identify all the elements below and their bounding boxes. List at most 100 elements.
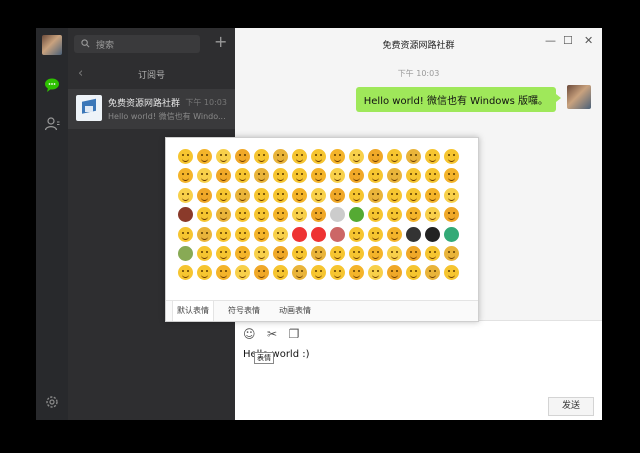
emoji-item[interactable]	[292, 187, 307, 203]
settings-gear-icon[interactable]	[44, 394, 60, 410]
emoji-item[interactable]	[178, 245, 193, 261]
emoji-item[interactable]	[406, 149, 421, 164]
maximize-button[interactable]: ☐	[563, 34, 573, 47]
conversation-item[interactable]: 免费资源网路社群 下午 10:03 Hello world! 微信也有 Wind…	[68, 89, 235, 129]
emoji-item[interactable]	[216, 207, 231, 223]
emoji-item[interactable]	[216, 265, 231, 281]
emoji-item[interactable]	[197, 226, 212, 242]
emoji-item[interactable]	[254, 265, 269, 281]
emoji-item[interactable]	[311, 168, 326, 184]
emoji-item[interactable]	[349, 168, 364, 184]
emoji-item[interactable]	[368, 245, 383, 261]
close-button[interactable]: ✕	[584, 34, 593, 47]
emoji-item[interactable]	[444, 245, 459, 261]
emoji-item[interactable]	[197, 245, 212, 261]
emoji-item[interactable]	[273, 168, 288, 184]
emoji-item[interactable]	[197, 149, 212, 164]
emoji-item[interactable]	[292, 226, 307, 242]
emoji-item[interactable]	[254, 149, 269, 164]
emoji-item[interactable]	[368, 226, 383, 242]
emoji-item[interactable]	[330, 168, 345, 184]
emoji-item[interactable]	[406, 207, 421, 223]
emoji-item[interactable]	[368, 168, 383, 184]
emoji-item[interactable]	[273, 226, 288, 242]
emoji-item[interactable]	[273, 207, 288, 223]
emoji-item[interactable]	[273, 187, 288, 203]
emoji-item[interactable]	[387, 207, 402, 223]
emoji-item[interactable]	[387, 187, 402, 203]
chat-icon[interactable]	[44, 77, 60, 93]
emoji-item[interactable]	[216, 168, 231, 184]
emoji-item[interactable]	[444, 168, 459, 184]
emoji-item[interactable]	[178, 265, 193, 281]
emoji-item[interactable]	[254, 245, 269, 261]
emoji-item[interactable]	[273, 265, 288, 281]
message-bubble[interactable]: Hello world! 微信也有 Windows 版囉。	[355, 87, 562, 112]
add-chat-button[interactable]: +	[214, 34, 227, 50]
file-icon[interactable]: ❐	[289, 327, 300, 341]
emoji-item[interactable]	[197, 265, 212, 281]
emoji-item[interactable]	[254, 226, 269, 242]
message-composer[interactable]: ☺ ✂ ❐ Hello world :) 表情 发送	[235, 320, 602, 420]
emoji-item[interactable]	[330, 265, 345, 281]
emoji-item[interactable]	[254, 187, 269, 203]
emoji-item[interactable]	[254, 168, 269, 184]
emoji-item[interactable]	[311, 226, 326, 242]
emoji-item[interactable]	[425, 226, 440, 242]
emoji-item[interactable]	[349, 226, 364, 242]
emoji-item[interactable]	[178, 226, 193, 242]
emoji-item[interactable]	[425, 265, 440, 281]
emoji-item[interactable]	[178, 149, 193, 164]
emoji-item[interactable]	[311, 149, 326, 164]
emoji-item[interactable]	[368, 265, 383, 281]
emoji-item[interactable]	[330, 149, 345, 164]
emoji-item[interactable]	[178, 187, 193, 203]
emoji-item[interactable]	[368, 149, 383, 164]
emoji-item[interactable]	[311, 207, 326, 223]
emoji-item[interactable]	[292, 265, 307, 281]
emoji-item[interactable]	[235, 168, 250, 184]
emoji-item[interactable]	[292, 245, 307, 261]
emoji-item[interactable]	[235, 187, 250, 203]
emoji-item[interactable]	[311, 187, 326, 203]
emoji-item[interactable]	[178, 207, 193, 223]
emoji-item[interactable]	[235, 245, 250, 261]
emoji-item[interactable]	[311, 265, 326, 281]
emoji-item[interactable]	[330, 226, 345, 242]
emoji-icon[interactable]: ☺	[243, 327, 256, 341]
emoji-item[interactable]	[368, 207, 383, 223]
emoji-item[interactable]	[406, 168, 421, 184]
emoji-item[interactable]	[235, 207, 250, 223]
tab-default-emoji[interactable]: 默认表情	[172, 301, 214, 321]
user-avatar[interactable]	[42, 35, 62, 55]
emoji-item[interactable]	[197, 168, 212, 184]
emoji-item[interactable]	[216, 245, 231, 261]
emoji-item[interactable]	[444, 149, 459, 164]
emoji-item[interactable]	[444, 187, 459, 203]
minimize-button[interactable]: —	[545, 34, 556, 47]
emoji-item[interactable]	[387, 245, 402, 261]
emoji-item[interactable]	[330, 245, 345, 261]
emoji-item[interactable]	[235, 149, 250, 164]
emoji-item[interactable]	[197, 187, 212, 203]
emoji-item[interactable]	[425, 149, 440, 164]
emoji-item[interactable]	[330, 187, 345, 203]
emoji-item[interactable]	[406, 187, 421, 203]
emoji-item[interactable]	[425, 207, 440, 223]
emoji-item[interactable]	[178, 168, 193, 184]
tab-symbol-emoji[interactable]: 符号表情	[228, 305, 260, 316]
emoji-item[interactable]	[425, 168, 440, 184]
emoji-item[interactable]	[387, 226, 402, 242]
emoji-item[interactable]	[425, 187, 440, 203]
emoji-item[interactable]	[216, 187, 231, 203]
screenshot-scissors-icon[interactable]: ✂	[267, 327, 277, 341]
search-box[interactable]: 搜索	[74, 35, 200, 53]
emoji-item[interactable]	[311, 245, 326, 261]
my-avatar[interactable]	[567, 85, 591, 109]
emoji-item[interactable]	[216, 226, 231, 242]
emoji-item[interactable]	[330, 207, 345, 223]
emoji-item[interactable]	[444, 226, 459, 242]
emoji-item[interactable]	[254, 207, 269, 223]
emoji-item[interactable]	[387, 168, 402, 184]
emoji-item[interactable]	[387, 265, 402, 281]
